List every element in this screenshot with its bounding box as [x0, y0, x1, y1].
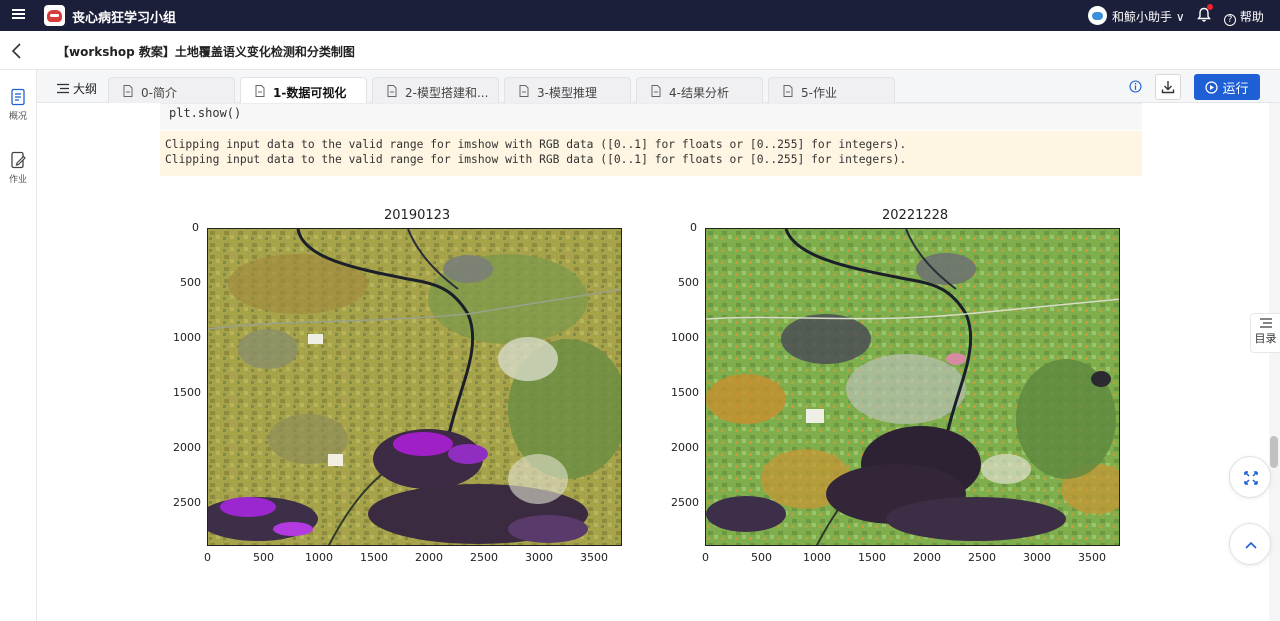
user-avatar[interactable] — [1088, 6, 1107, 25]
top-bar: 丧心病狂学习小组 和鲸小助手 ∨ ? 帮助 — [0, 0, 1280, 31]
y-tick-label: 2500 — [671, 496, 699, 509]
menu-icon[interactable] — [12, 7, 25, 23]
notification-dot — [1207, 4, 1213, 10]
group-name[interactable]: 丧心病狂学习小组 — [72, 7, 176, 26]
tab-model-building[interactable]: 2-模型搭建和... — [372, 77, 499, 103]
y-tick-label: 1500 — [671, 386, 699, 399]
x-tick-label: 0 — [702, 551, 709, 564]
file-icon — [651, 85, 661, 97]
y-tick-label: 1000 — [671, 331, 699, 344]
tab-homework[interactable]: 5-作业 — [768, 77, 895, 103]
tab-label: 5-作业 — [801, 86, 837, 100]
download-icon — [1161, 81, 1175, 94]
stderr-output: Clipping input data to the valid range f… — [160, 131, 1142, 176]
x-tick-label: 2500 — [968, 551, 996, 564]
y-tick-label: 2000 — [173, 441, 201, 454]
x-tick-label: 500 — [751, 551, 772, 564]
satellite-image-2022 — [705, 228, 1120, 546]
help-label: 帮助 — [1239, 10, 1264, 24]
y-tick-label: 2500 — [173, 496, 201, 509]
x-tick-label: 3500 — [1078, 551, 1106, 564]
sidebar-item-label: 概况 — [8, 112, 27, 122]
plot-title: 20221228 — [882, 208, 949, 223]
x-tick-label: 1500 — [360, 551, 388, 564]
y-tick-label: 500 — [180, 276, 201, 289]
file-icon — [255, 85, 265, 97]
y-tick-label: 2000 — [671, 441, 699, 454]
file-icon — [783, 85, 793, 97]
stderr-line: Clipping input data to the valid range f… — [165, 138, 907, 151]
outline-icon — [57, 83, 69, 94]
x-tick-label: 2000 — [415, 551, 443, 564]
outline-label: 大纲 — [73, 82, 98, 96]
x-tick-label: 1000 — [305, 551, 333, 564]
run-label: 运行 — [1222, 81, 1249, 97]
notebook-content: plt.show() Clipping input data to the va… — [37, 103, 1269, 621]
scroll-to-top-button[interactable] — [1229, 523, 1271, 565]
y-tick-label: 1000 — [173, 331, 201, 344]
file-icon — [519, 85, 529, 97]
satellite-image-2019 — [207, 228, 622, 546]
tab-label: 2-模型搭建和... — [405, 86, 489, 100]
tab-result-analysis[interactable]: 4-结果分析 — [636, 77, 763, 103]
user-menu[interactable]: 和鲸小助手 ∨ — [1112, 8, 1185, 25]
tab-label: 4-结果分析 — [669, 86, 729, 100]
x-tick-label: 3000 — [525, 551, 553, 564]
y-tick-label: 500 — [678, 276, 699, 289]
arrow-up-icon — [1245, 541, 1257, 549]
x-tick-label: 2500 — [470, 551, 498, 564]
homework-icon — [11, 151, 26, 169]
play-icon — [1205, 80, 1219, 94]
toc-label: 目录 — [1254, 332, 1277, 345]
help-link[interactable]: ? 帮助 — [1224, 8, 1264, 26]
x-tick-label: 0 — [204, 551, 211, 564]
x-tick-label: 1500 — [858, 551, 886, 564]
fullscreen-button[interactable] — [1229, 456, 1271, 498]
back-icon[interactable] — [10, 42, 24, 60]
sidebar-item-label: 作业 — [8, 175, 27, 185]
left-sidebar: 概况 作业 — [0, 70, 37, 621]
overview-icon — [11, 88, 25, 106]
toc-icon — [1259, 318, 1272, 328]
y-tick-label: 1500 — [173, 386, 201, 399]
project-title: 【workshop 教案】土地覆盖语义变化检测和分类制图 — [57, 45, 355, 59]
tab-label: 1-数据可视化 — [273, 86, 347, 100]
file-icon — [123, 85, 133, 97]
outline-toggle[interactable]: 大纲 — [57, 80, 97, 97]
info-icon[interactable] — [1129, 80, 1142, 93]
download-button[interactable] — [1155, 74, 1181, 100]
x-tick-label: 3000 — [1023, 551, 1051, 564]
sidebar-item-homework[interactable]: 作业 — [0, 151, 36, 185]
tab-intro[interactable]: 0-简介 — [108, 77, 235, 103]
tab-label: 3-模型推理 — [537, 86, 597, 100]
tab-model-inference[interactable]: 3-模型推理 — [504, 77, 631, 103]
code-cell[interactable]: plt.show() — [160, 103, 1142, 130]
y-tick-label: 0 — [192, 221, 199, 234]
file-icon — [387, 85, 397, 97]
title-bar: 【workshop 教案】土地覆盖语义变化检测和分类制图 — [0, 31, 1280, 70]
stderr-line: Clipping input data to the valid range f… — [165, 153, 907, 166]
x-tick-label: 500 — [253, 551, 274, 564]
help-icon: ? — [1224, 14, 1236, 26]
x-tick-label: 2000 — [913, 551, 941, 564]
x-tick-label: 1000 — [803, 551, 831, 564]
run-button[interactable]: 运行 — [1194, 74, 1260, 100]
toc-button[interactable]: 目录 — [1250, 313, 1280, 353]
tab-label: 0-简介 — [141, 86, 177, 100]
expand-icon — [1244, 471, 1258, 485]
plot-title: 20190123 — [384, 208, 451, 223]
notebook-tab-bar: 大纲 0-简介 1-数据可视化 2-模型搭建和... 3-模型推理 4-结果分析… — [37, 70, 1280, 103]
y-tick-label: 0 — [690, 221, 697, 234]
sidebar-item-overview[interactable]: 概况 — [0, 88, 36, 122]
x-tick-label: 3500 — [580, 551, 608, 564]
tab-data-visualization[interactable]: 1-数据可视化 — [240, 77, 367, 103]
logo-icon — [44, 5, 65, 26]
